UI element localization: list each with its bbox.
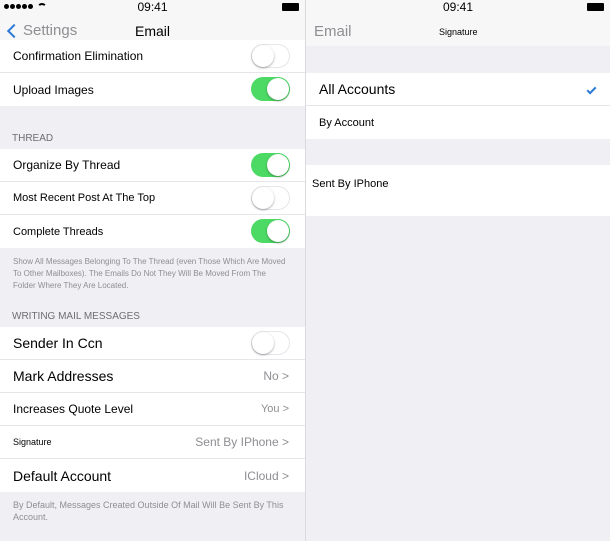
row-label: Mark Addresses	[13, 368, 114, 384]
confirmation-elimination-row: Confirmation Elimination	[0, 40, 305, 73]
most-recent-top-row: Most Recent Post At The Top	[0, 182, 305, 215]
writing-footer: By Default, Messages Created Outside Of …	[13, 500, 284, 522]
nav-bar: Email Signature	[306, 14, 610, 46]
signature-editor[interactable]: Sent By IPhone	[306, 165, 610, 216]
row-label: Increases Quote Level	[13, 402, 134, 416]
page-title: Email	[134, 23, 170, 39]
row-label: Signature	[13, 437, 52, 447]
toggle-knob	[267, 220, 289, 242]
battery-icon	[587, 3, 604, 11]
sender-in-ccn-row: Sender In Ccn	[0, 327, 305, 360]
group-top: Confirmation Elimination Upload Images	[0, 40, 305, 106]
complete-threads-toggle[interactable]	[251, 219, 290, 243]
status-bar: 09:41	[306, 0, 610, 14]
organize-by-thread-row: Organize By Thread	[0, 149, 305, 182]
option-by-account[interactable]: By Account	[306, 106, 610, 139]
email-settings-pane: 09:41 Settings Email Confirmation Elimin…	[0, 0, 305, 541]
battery-icon	[282, 3, 299, 11]
row-label: Default Account	[13, 467, 112, 484]
signature-text: Sent By IPhone	[312, 178, 389, 190]
increases-quote-value: You >	[260, 403, 289, 415]
status-bar: 09:41	[0, 0, 305, 14]
status-time: 09:41	[137, 0, 168, 14]
most-recent-top-toggle[interactable]	[251, 186, 290, 210]
thread-footer: Show All Messages Belonging To The Threa…	[13, 257, 286, 290]
signature-value: Sent By IPhone >	[195, 435, 289, 449]
toggle-knob	[267, 78, 289, 100]
toggle-knob	[252, 187, 274, 209]
toggle-knob	[252, 332, 274, 354]
sender-in-ccn-toggle[interactable]	[251, 331, 290, 355]
back-button[interactable]: Email	[314, 23, 352, 40]
thread-group: Organize By Thread Most Recent Post At T…	[0, 149, 305, 248]
increases-quote-level-row[interactable]: Increases Quote Level You >	[0, 393, 305, 426]
page-title: Signature	[439, 27, 478, 37]
thread-header: THREAD	[12, 133, 54, 144]
status-time: 09:41	[442, 0, 474, 14]
signature-options-group: All Accounts By Account	[306, 73, 610, 139]
upload-images-toggle[interactable]	[251, 77, 290, 101]
mark-addresses-value: No >	[263, 369, 289, 383]
option-label: All Accounts	[319, 81, 396, 97]
mark-addresses-row[interactable]: Mark Addresses No >	[0, 360, 305, 393]
organize-by-thread-toggle[interactable]	[251, 153, 290, 177]
upload-images-row: Upload Images	[0, 73, 305, 106]
toggle-knob	[252, 45, 274, 67]
confirmation-elimination-toggle[interactable]	[251, 44, 290, 68]
writing-group: Sender In Ccn Mark Addresses No > Increa…	[0, 327, 305, 492]
signature-row[interactable]: Signature Sent By IPhone >	[0, 426, 305, 459]
default-account-row[interactable]: Default Account ICloud >	[0, 459, 305, 492]
signature-pane: 09:41 Email Signature All Accounts By Ac…	[305, 0, 610, 541]
option-all-accounts[interactable]: All Accounts	[306, 73, 610, 106]
default-account-value: ICloud >	[243, 468, 289, 483]
option-label: By Account	[319, 116, 375, 129]
toggle-knob	[267, 154, 289, 176]
complete-threads-row: Complete Threads	[0, 215, 305, 248]
writing-header: WRITING MAIL MESSAGES	[12, 311, 140, 322]
